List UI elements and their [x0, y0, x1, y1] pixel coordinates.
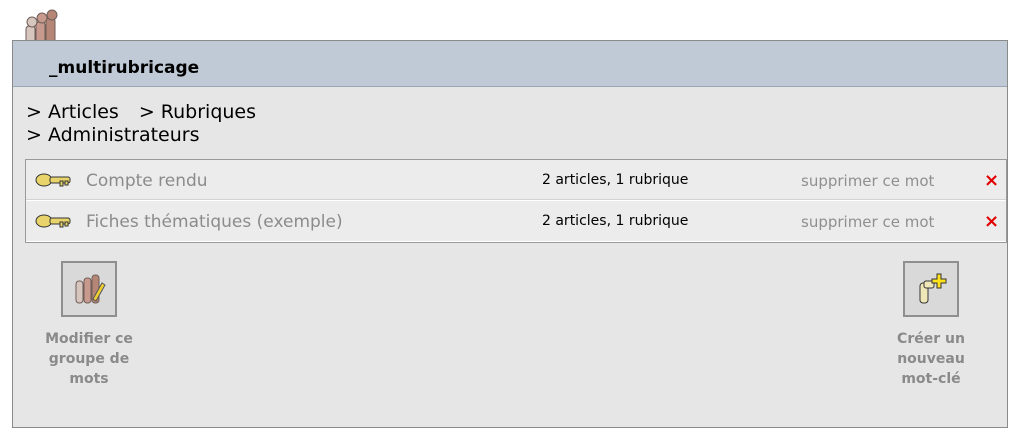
keyword-usage: 2 articles, 1 rubrique	[542, 172, 689, 188]
modify-line-3: mots	[69, 371, 109, 387]
edit-group-icon[interactable]	[61, 261, 117, 317]
keyword-group-panel: _multirubricage > Articles > Rubriques >…	[12, 40, 1008, 428]
modify-group-button[interactable]: Modifier ce groupe de mots	[29, 261, 149, 389]
keywords-table: Compte rendu 2 articles, 1 rubrique supp…	[25, 159, 1007, 243]
create-keyword-button[interactable]: Créer un nouveau mot-clé	[881, 261, 981, 389]
group-header: _multirubricage	[13, 41, 1007, 87]
articles-link[interactable]: > Articles	[26, 101, 119, 124]
create-line-3: mot-clé	[901, 371, 961, 387]
create-line-2: nouveau	[897, 351, 965, 367]
table-row: Compte rendu 2 articles, 1 rubrique supp…	[26, 160, 1006, 200]
table-row: Fiches thématiques (exemple) 2 articles,…	[26, 201, 1006, 241]
delete-keyword-link[interactable]: supprimer ce mot	[801, 213, 934, 231]
key-icon	[34, 170, 74, 190]
keyword-name[interactable]: Fiches thématiques (exemple)	[86, 212, 343, 232]
administrateurs-link[interactable]: > Administrateurs	[26, 124, 200, 146]
keyword-name[interactable]: Compte rendu	[86, 171, 208, 191]
modify-line-2: groupe de	[48, 351, 130, 367]
group-scope-links: > Articles > Rubriques > Administrateurs	[26, 101, 256, 147]
delete-x-icon[interactable]: ×	[984, 211, 999, 232]
add-keyword-icon[interactable]	[903, 261, 959, 317]
delete-keyword-link[interactable]: supprimer ce mot	[801, 172, 934, 190]
rubriques-link[interactable]: > Rubriques	[139, 101, 256, 124]
key-icon	[34, 211, 74, 231]
group-title: _multirubricage	[49, 58, 200, 78]
delete-x-icon[interactable]: ×	[984, 170, 999, 191]
modify-line-1: Modifier ce	[45, 331, 133, 347]
create-line-1: Créer un	[897, 331, 965, 347]
keyword-usage: 2 articles, 1 rubrique	[542, 213, 689, 229]
